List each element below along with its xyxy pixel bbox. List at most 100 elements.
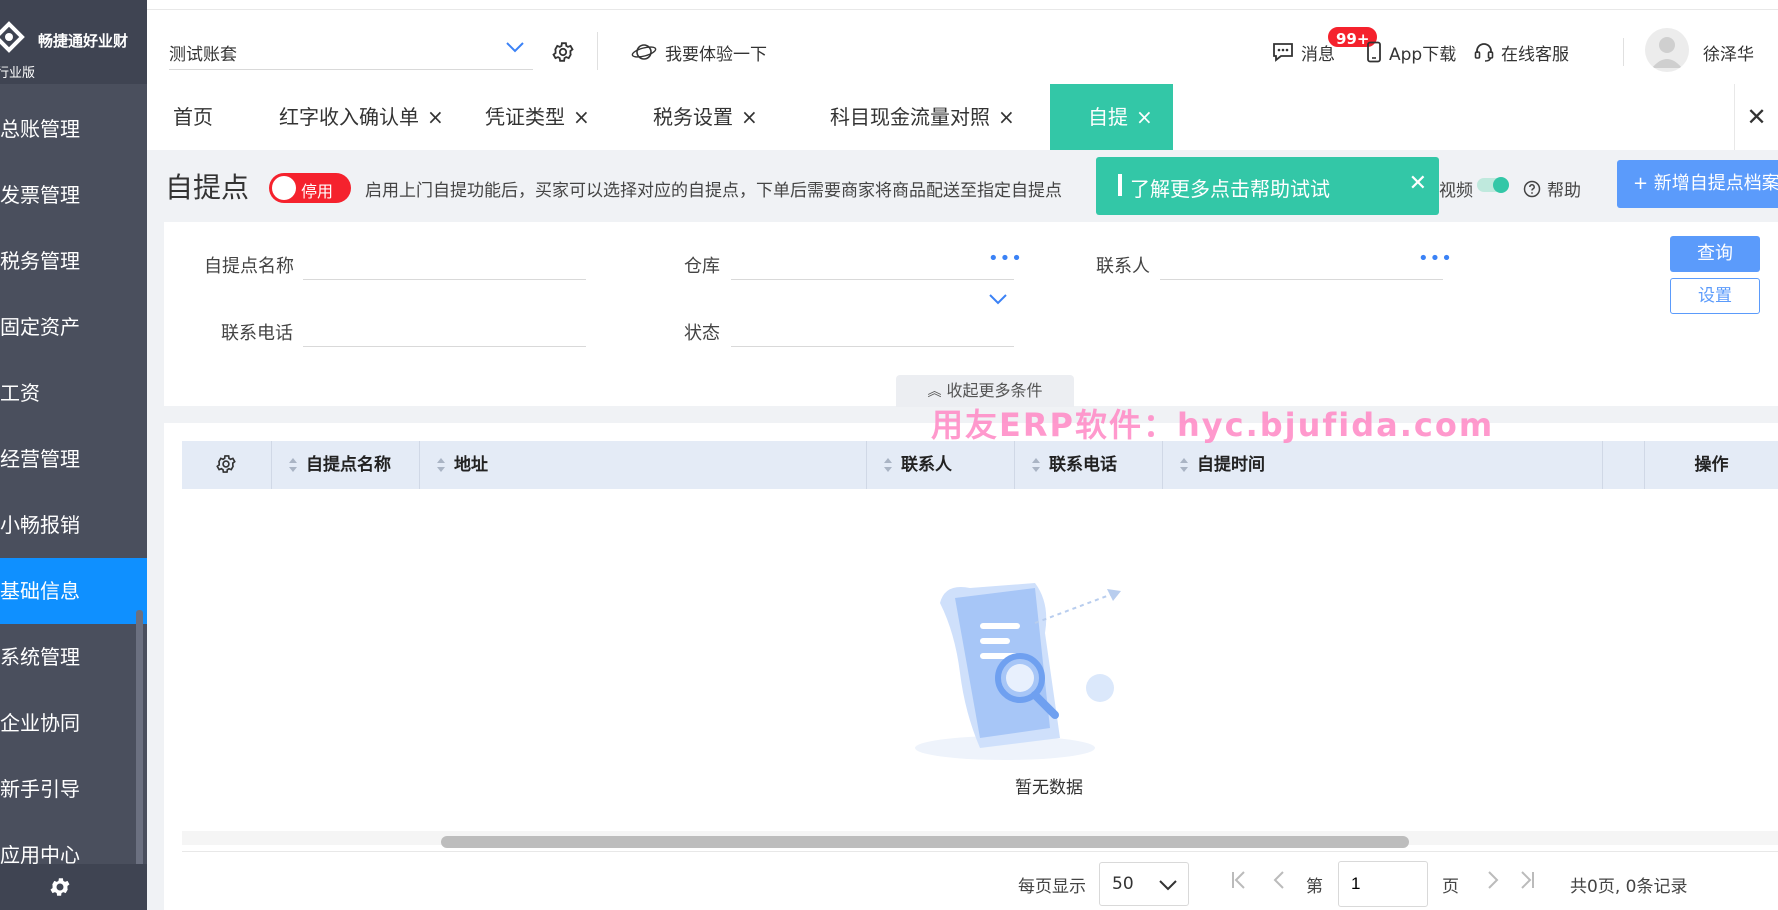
sidebar-menu: 总账管理 发票管理 税务管理 固定资产 工资 经营管理 小畅报销 基础信息 系统管理 企业协同 新手…: [0, 96, 147, 888]
tab[interactable]: 科目现金流量对照 ×: [830, 84, 1015, 150]
app-download-button[interactable]: App下载: [1365, 40, 1457, 65]
filter-panel: 自提点名称 仓库 ••• 联系人 ••• 联系电话 状态 查询 设置 ︽ 收起更…: [164, 222, 1778, 407]
pagination: 每页显示 50 第 页 共0页, 0条记录: [164, 852, 1778, 910]
account-name: 测试账套: [169, 45, 237, 65]
settings-gear-icon[interactable]: [551, 40, 575, 64]
sidebar-item[interactable]: 基础信息: [0, 558, 147, 624]
account-selector[interactable]: 测试账套: [169, 30, 533, 70]
table-panel: 操作 自提点名称 地址 联系人 联系电话 自提时间 暂无数据: [164, 423, 1778, 910]
more-icon[interactable]: •••: [1418, 248, 1453, 269]
messages-button[interactable]: 消息: [1271, 40, 1335, 65]
try-experience-label: 我要体验一下: [665, 44, 767, 65]
close-all-tabs-button[interactable]: ✕: [1734, 84, 1778, 150]
tab-label: 凭证类型: [485, 105, 565, 129]
column-header-label: 自提时间: [1197, 455, 1265, 475]
online-service-button[interactable]: 在线客服: [1473, 40, 1569, 65]
sidebar-item[interactable]: 企业协同: [0, 690, 147, 756]
close-icon: ✕: [1746, 103, 1767, 131]
tab-label: 首页: [173, 105, 213, 129]
horizontal-scrollbar[interactable]: [441, 836, 1409, 848]
tab[interactable]: 首页: [173, 84, 213, 150]
page-tabs: ✕ 首页 红字收入确认单 × 凭证类型 × 税务设置 × 科目现金流量对照 × 自提 ×: [147, 84, 1778, 150]
sidebar-item[interactable]: 固定资产: [0, 294, 147, 360]
sidebar-item[interactable]: 工资: [0, 360, 147, 426]
per-page-label: 每页显示: [1018, 877, 1086, 897]
sidebar-item[interactable]: 小畅报销: [0, 492, 147, 558]
sidebar-item[interactable]: 新手引导: [0, 756, 147, 822]
message-icon: [1273, 43, 1293, 62]
empty-state-illustration: [915, 583, 1121, 760]
table-header: 操作 自提点名称 地址 联系人 联系电话 自提时间: [182, 441, 1778, 489]
enable-toggle[interactable]: 停用: [269, 173, 351, 203]
sidebar-item[interactable]: 经营管理: [0, 426, 147, 492]
header-divider: [1623, 38, 1624, 66]
column-header-label: 自提点名称: [306, 455, 391, 475]
close-icon[interactable]: ×: [1136, 105, 1153, 129]
tab[interactable]: 凭证类型 ×: [485, 84, 590, 150]
column-header[interactable]: 自提点名称: [272, 441, 420, 489]
tab[interactable]: 自提 ×: [1050, 84, 1173, 150]
app-download-label: App下载: [1389, 44, 1457, 65]
page-size-select[interactable]: 50: [1099, 862, 1189, 906]
pickup-name-label: 自提点名称: [204, 256, 294, 277]
brand-subtitle: 行业版: [0, 66, 36, 81]
planet-icon: [631, 44, 657, 60]
page-description: 启用上门自提功能后，买家可以选择对应的自提点，下单后需要商家将商品配送至指定自提…: [365, 181, 1062, 201]
query-button[interactable]: 查询: [1670, 236, 1760, 272]
watermark-text: 用友ERP软件：hyc.bjufida.com: [931, 406, 1495, 444]
avatar[interactable]: [1645, 28, 1689, 72]
tab[interactable]: 红字收入确认单 ×: [279, 84, 444, 150]
user-name[interactable]: 徐泽华: [1703, 40, 1754, 65]
sidebar-item[interactable]: 发票管理: [0, 162, 147, 228]
column-header[interactable]: 地址: [420, 441, 867, 489]
close-icon[interactable]: ×: [741, 105, 758, 129]
sidebar-footer: [0, 864, 147, 910]
close-icon[interactable]: ✕: [1409, 171, 1427, 196]
toast-text: 了解更多点击帮助试试: [1130, 177, 1330, 201]
chevron-down-icon: [989, 294, 1007, 305]
prev-page-icon[interactable]: [1270, 870, 1288, 890]
phone-input[interactable]: [303, 307, 586, 347]
try-experience-button[interactable]: 我要体验一下: [631, 40, 767, 65]
sidebar-item[interactable]: 税务管理: [0, 228, 147, 294]
help-label: 帮助: [1547, 181, 1581, 201]
last-page-icon[interactable]: [1518, 870, 1536, 890]
warehouse-label: 仓库: [684, 256, 720, 277]
close-icon[interactable]: ×: [427, 105, 444, 129]
help-toast: 了解更多点击帮助试试 ✕: [1096, 157, 1439, 215]
add-pickup-point-button[interactable]: + 新增自提点档案: [1617, 160, 1778, 208]
tab-label: 税务设置: [653, 105, 733, 129]
gear-icon[interactable]: [48, 875, 72, 899]
column-header[interactable]: 联系电话: [1015, 441, 1163, 489]
column-header-label: 联系电话: [1049, 455, 1117, 475]
column-settings-button[interactable]: [182, 441, 272, 489]
page-number-input[interactable]: [1338, 861, 1428, 907]
contact-input[interactable]: [1160, 240, 1443, 280]
status-label: 状态: [684, 323, 720, 344]
video-link[interactable]: 视频: [1439, 176, 1473, 201]
video-toggle-knob: [1493, 177, 1509, 193]
tab[interactable]: 税务设置 ×: [653, 84, 758, 150]
close-icon[interactable]: ×: [573, 105, 590, 129]
phone-icon: [1367, 41, 1381, 63]
sidebar-item[interactable]: 总账管理: [0, 96, 147, 162]
headset-icon: [1474, 43, 1494, 62]
sidebar-item[interactable]: 系统管理: [0, 624, 147, 690]
column-header[interactable]: 自提时间: [1163, 441, 1603, 489]
more-icon[interactable]: •••: [988, 248, 1023, 269]
column-header[interactable]: 联系人: [867, 441, 1015, 489]
next-page-icon[interactable]: [1484, 870, 1502, 890]
pickup-name-input[interactable]: [303, 240, 586, 280]
close-icon[interactable]: ×: [998, 105, 1015, 129]
page-prefix-label: 第: [1306, 877, 1323, 897]
status-select[interactable]: [731, 307, 1014, 347]
collapse-label: 收起更多条件: [946, 381, 1043, 400]
phone-label: 联系电话: [221, 323, 293, 344]
chevron-down-icon: [506, 42, 524, 53]
help-link[interactable]: 帮助: [1523, 176, 1581, 201]
settings-button[interactable]: 设置: [1670, 278, 1760, 314]
warehouse-input[interactable]: [731, 240, 1014, 280]
operation-column-header: 操作: [1644, 441, 1778, 489]
first-page-icon[interactable]: [1230, 870, 1248, 890]
page-title: 自提点: [165, 171, 250, 204]
